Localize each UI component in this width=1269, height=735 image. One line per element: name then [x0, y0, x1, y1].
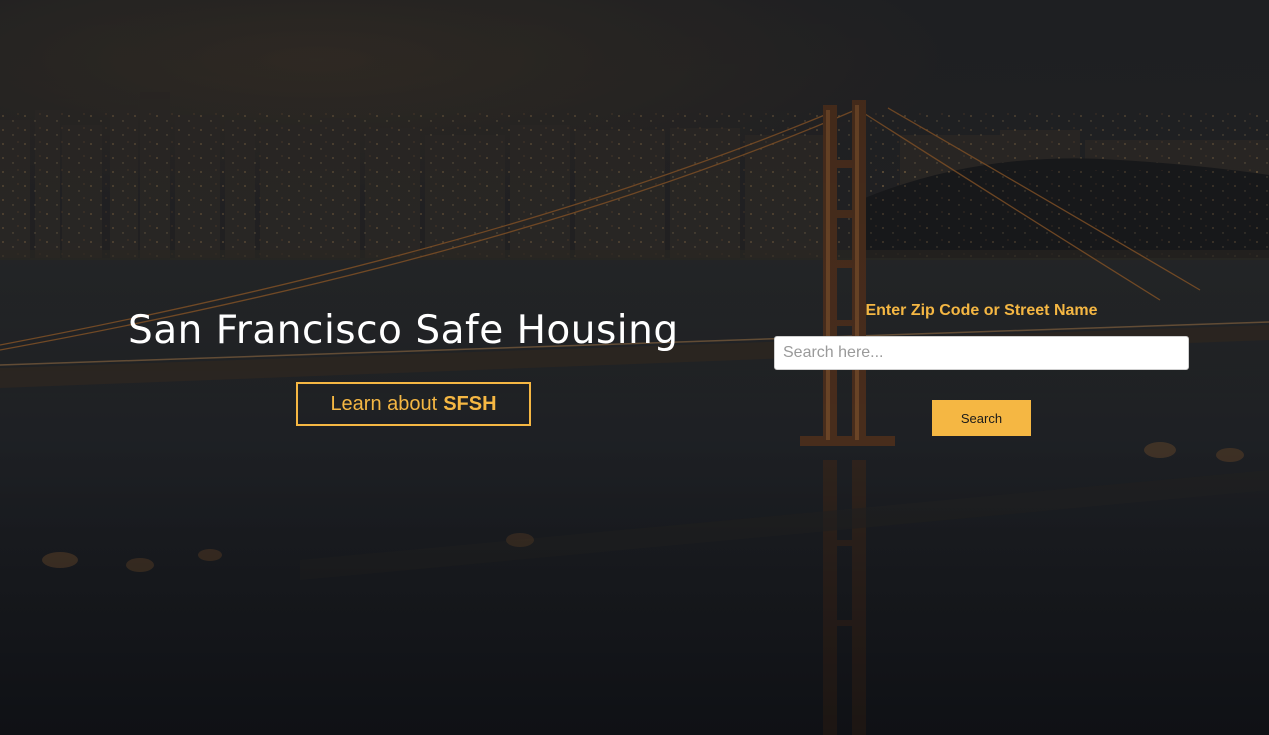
search-label: Enter Zip Code or Street Name	[865, 302, 1098, 319]
page-title: San Francisco Safe Housing	[128, 308, 679, 353]
search-input[interactable]	[774, 336, 1189, 370]
search-button[interactable]: Search	[932, 400, 1031, 436]
learn-button-prefix: Learn about	[330, 392, 438, 415]
learn-button-emphasis: SFSH	[443, 392, 497, 415]
hero-section: San Francisco Safe Housing Learn about S…	[0, 0, 1269, 735]
learn-about-sfsh-button[interactable]: Learn about SFSH	[296, 382, 531, 426]
